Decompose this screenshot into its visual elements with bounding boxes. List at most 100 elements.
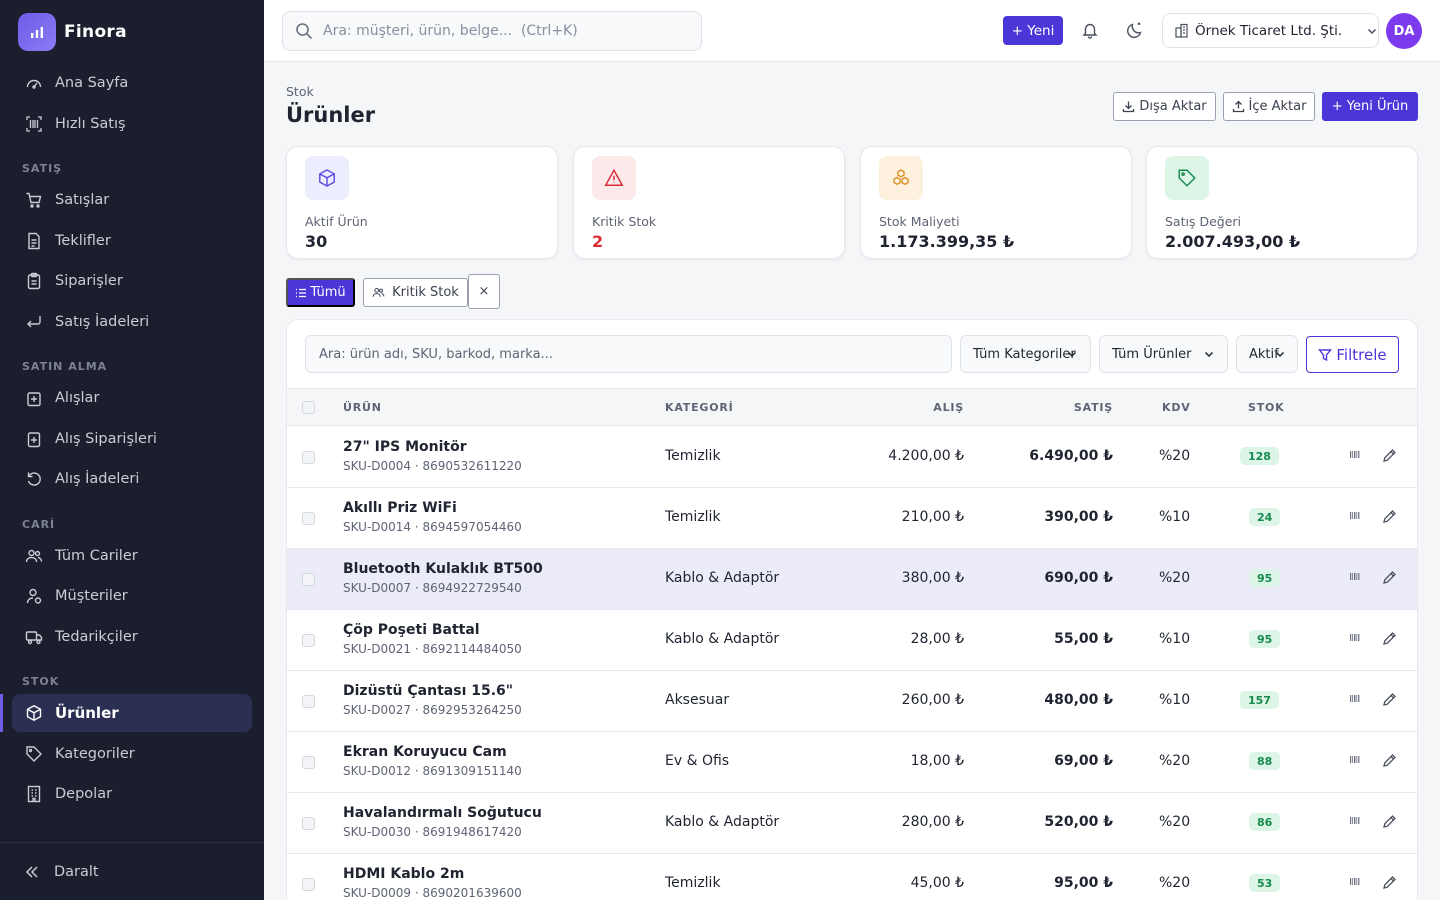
product-sell-price: 390,00 ₺ — [1044, 509, 1113, 525]
product-search-input[interactable] — [306, 336, 951, 372]
sidebar-item-tum-cariler[interactable]: Tüm Cariler — [12, 537, 252, 575]
global-search-input[interactable] — [323, 23, 701, 39]
breadcrumb[interactable]: Stok — [286, 84, 314, 99]
filter-button[interactable]: Filtrele — [1306, 336, 1399, 373]
table-row[interactable]: Bluetooth Kulaklık BT500 SKU-D0007 · 8694… — [287, 549, 1417, 610]
stock-badge: 95 — [1249, 569, 1281, 587]
chip-critical-label: Kritik Stok — [392, 285, 459, 300]
table-row[interactable]: HDMI Kablo 2m SKU-D0009 · 8690201639600 Te… — [287, 854, 1417, 900]
barcode-icon[interactable] — [1350, 450, 1360, 459]
sidebar-section-satis: SATIŞ — [22, 162, 63, 175]
sidebar-item-kategoriler[interactable]: Kategoriler — [12, 735, 252, 773]
table-row[interactable]: Çöp Poşeti Battal SKU-D0021 · 86921144840… — [287, 610, 1417, 671]
table-row[interactable]: Ekran Koruyucu Cam SKU-D0012 · 8691309151… — [287, 732, 1417, 793]
row-checkbox[interactable] — [302, 817, 315, 830]
product-name[interactable]: HDMI Kablo 2m — [343, 866, 464, 882]
sidebar-item-ana-sayfa[interactable]: Ana Sayfa — [12, 64, 252, 102]
chip-all[interactable]: Tümü — [286, 278, 355, 307]
product-name[interactable]: Havalandırmalı Soğutucu — [343, 805, 542, 821]
chevron-down-icon — [1203, 348, 1215, 360]
barcode-icon[interactable] — [1350, 572, 1360, 581]
category-select[interactable]: Tüm Kategoriler — [960, 335, 1091, 373]
import-button[interactable]: İçe Aktar — [1223, 92, 1315, 121]
barcode-icon[interactable] — [1350, 877, 1360, 886]
column-header-vat[interactable]: KDV — [1162, 401, 1191, 414]
brand-name: Finora — [64, 22, 127, 42]
table-row[interactable]: 27" IPS Monitör SKU-D0004 · 8690532611220… — [287, 427, 1417, 488]
edit-icon[interactable] — [1382, 875, 1397, 890]
sidebar-item-alis-siparisleri[interactable]: Alış Siparişleri — [12, 420, 252, 458]
row-checkbox[interactable] — [302, 573, 315, 586]
product-buy-price: 4.200,00 ₺ — [888, 448, 964, 464]
product-name[interactable]: Bluetooth Kulaklık BT500 — [343, 561, 543, 577]
export-button[interactable]: Dışa Aktar — [1113, 92, 1216, 121]
sidebar-item-siparisler[interactable]: Siparişler — [12, 262, 252, 300]
sidebar-item-satislar[interactable]: Satışlar — [12, 181, 252, 219]
chevron-down-icon — [1366, 25, 1378, 37]
theme-toggle-icon[interactable] — [1124, 19, 1146, 41]
product-name[interactable]: Dizüstü Çantası 15.6" — [343, 683, 513, 699]
chevron-down-icon — [1066, 348, 1078, 360]
product-type-select[interactable]: Tüm Ürünler — [1099, 335, 1228, 373]
column-header-sell[interactable]: SATIŞ — [1074, 401, 1113, 414]
sidebar-item-tedarikciler[interactable]: Tedarikçiler — [12, 618, 252, 656]
product-sku: SKU-D0027 · 8692953264250 — [343, 703, 522, 717]
row-checkbox[interactable] — [302, 756, 315, 769]
select-all-checkbox[interactable] — [302, 401, 315, 414]
collapse-sidebar-button[interactable]: Daralt — [0, 842, 264, 900]
row-checkbox[interactable] — [302, 512, 315, 525]
sidebar-item-urunler[interactable]: Ürünler — [0, 694, 252, 732]
edit-icon[interactable] — [1382, 631, 1397, 646]
table-row[interactable]: Havalandırmalı Soğutucu SKU-D0030 · 86919… — [287, 793, 1417, 854]
company-selector[interactable]: Örnek Ticaret Ltd. Şti. — [1162, 13, 1379, 48]
edit-icon[interactable] — [1382, 570, 1397, 585]
sidebar-item-teklifler[interactable]: Teklifler — [12, 222, 252, 260]
edit-icon[interactable] — [1382, 692, 1397, 707]
row-checkbox[interactable] — [302, 695, 315, 708]
stat-card-critical-stock: Kritik Stok 2 — [573, 146, 845, 259]
sidebar-item-hizli-satis[interactable]: Hızlı Satış — [12, 105, 252, 143]
new-button[interactable]: + Yeni — [1003, 16, 1063, 45]
column-header-category[interactable]: KATEGORİ — [665, 401, 734, 414]
barcode-icon[interactable] — [1350, 755, 1360, 764]
sidebar-item-alis-iadeleri[interactable]: Alış İadeleri — [12, 460, 252, 498]
barcode-icon[interactable] — [1350, 633, 1360, 642]
sidebar-item-alislar[interactable]: Alışlar — [12, 379, 252, 417]
building-icon — [1174, 23, 1189, 38]
barcode-icon[interactable] — [1350, 694, 1360, 703]
column-header-buy[interactable]: ALIŞ — [933, 401, 964, 414]
edit-icon[interactable] — [1382, 814, 1397, 829]
row-checkbox[interactable] — [302, 634, 315, 647]
product-name[interactable]: Ekran Koruyucu Cam — [343, 744, 507, 760]
cart-icon — [24, 190, 44, 210]
edit-icon[interactable] — [1382, 753, 1397, 768]
sidebar-item-label: Hızlı Satış — [55, 115, 126, 132]
table-header: ÜRÜN KATEGORİ ALIŞ SATIŞ KDV STOK — [287, 388, 1417, 426]
edit-icon[interactable] — [1382, 448, 1397, 463]
table-row[interactable]: Akıllı Priz WiFi SKU-D0014 · 869459705446… — [287, 488, 1417, 549]
status-select[interactable]: Aktif — [1236, 335, 1298, 373]
product-name[interactable]: Akıllı Priz WiFi — [343, 500, 457, 516]
clear-filter-button[interactable]: × — [468, 274, 500, 309]
brand[interactable]: Finora — [0, 0, 264, 64]
table-row[interactable]: Dizüstü Çantası 15.6" SKU-D0027 · 8692953… — [287, 671, 1417, 732]
sidebar-item-musteriler[interactable]: Müşteriler — [12, 577, 252, 615]
stock-badge: 53 — [1249, 874, 1281, 892]
user-avatar[interactable]: DA — [1386, 13, 1422, 49]
barcode-icon[interactable] — [1350, 511, 1360, 520]
sidebar-item-satis-iadeleri[interactable]: Satış İadeleri — [12, 303, 252, 341]
new-product-button[interactable]: + Yeni Ürün — [1322, 92, 1418, 121]
bell-icon[interactable] — [1079, 19, 1101, 41]
box-icon — [305, 156, 349, 200]
sidebar-nav: Ana Sayfa Hızlı Satış SATIŞ Satışlar Tek… — [0, 64, 264, 813]
chip-critical-stock[interactable]: Kritik Stok — [363, 278, 468, 307]
row-checkbox[interactable] — [302, 451, 315, 464]
column-header-stock[interactable]: STOK — [1248, 401, 1285, 414]
row-checkbox[interactable] — [302, 878, 315, 891]
sidebar-item-depolar[interactable]: Depolar — [12, 775, 252, 813]
edit-icon[interactable] — [1382, 509, 1397, 524]
barcode-icon[interactable] — [1350, 816, 1360, 825]
product-name[interactable]: 27" IPS Monitör — [343, 439, 467, 455]
column-header-product[interactable]: ÜRÜN — [343, 401, 382, 414]
product-name[interactable]: Çöp Poşeti Battal — [343, 622, 480, 638]
